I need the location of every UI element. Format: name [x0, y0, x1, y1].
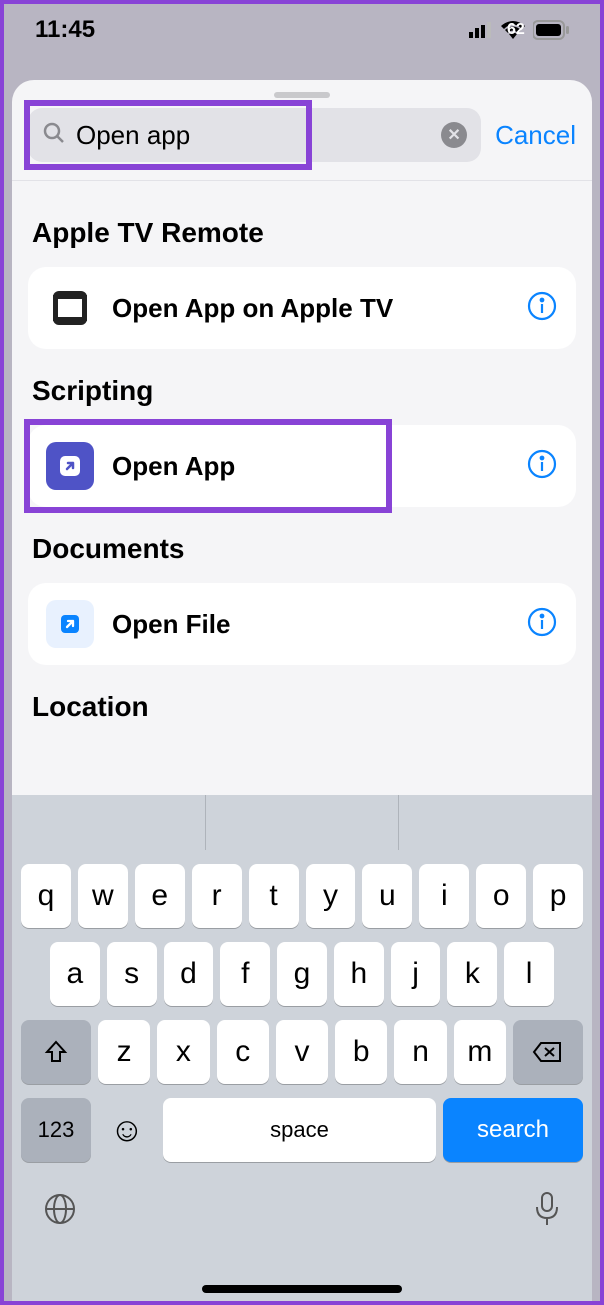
screenshot-border [0, 0, 604, 1305]
